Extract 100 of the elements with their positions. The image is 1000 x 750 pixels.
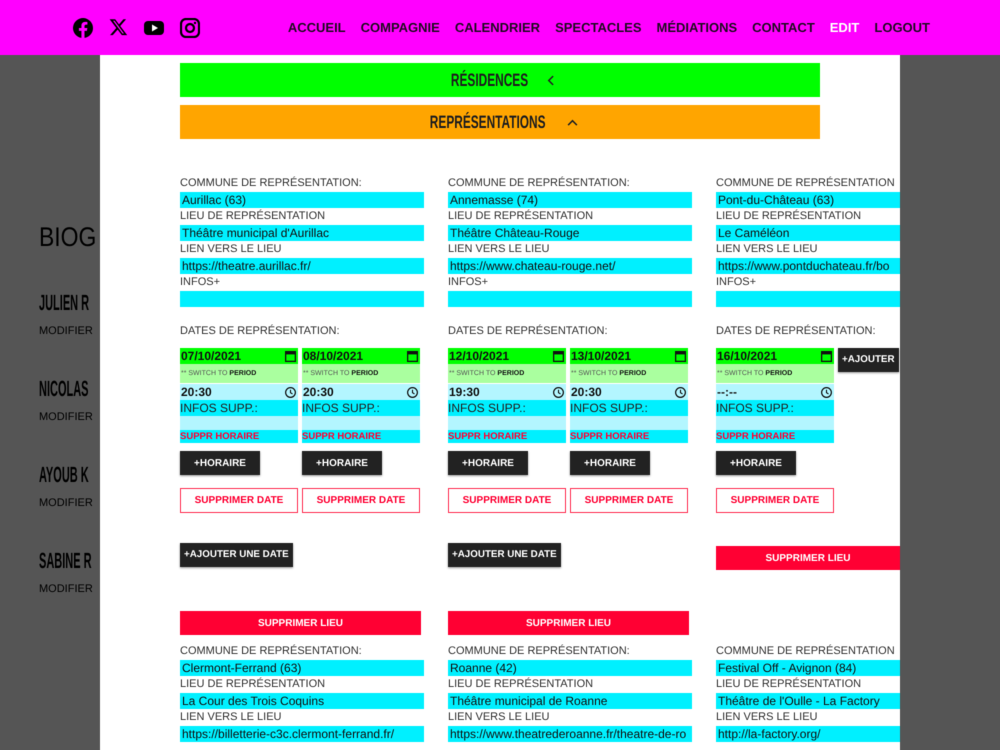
field-label: COMMUNE DE REPRÉSENTATION <box>716 644 896 659</box>
date-field[interactable]: 16/10/2021 <box>716 348 834 364</box>
text-field[interactable]: Théâtre municipal de Roanne <box>448 693 692 709</box>
field-label: COMMUNE DE REPRÉSENTATION: <box>448 176 631 191</box>
delete-date-button[interactable]: SUPPRIMER DATE <box>716 488 834 513</box>
nav-link[interactable]: LOGOUT <box>874 20 930 36</box>
text-field[interactable]: https://www.theatrederoanne.fr/theatre-de-ro <box>448 726 692 742</box>
time-field[interactable]: 20:30 <box>180 384 298 400</box>
nav-link[interactable]: COMPAGNIE <box>360 20 440 36</box>
instagram-icon[interactable] <box>180 18 200 38</box>
field-label: LIEU DE REPRÉSENTATION <box>180 208 326 224</box>
person-name: NICOLAS <box>39 377 88 401</box>
time-field[interactable]: --:-- <box>716 384 834 400</box>
field-label: INFOS+ <box>180 275 222 290</box>
add-time-button[interactable]: +HORAIRE <box>716 451 796 475</box>
text-field[interactable] <box>448 291 692 307</box>
infos-label: INFOS SUPP.: <box>448 400 566 416</box>
date-field[interactable]: 08/10/2021 <box>302 348 420 364</box>
accordion-header[interactable]: REPRÉSENTATIONS <box>180 105 820 139</box>
text-field[interactable]: Le Caméléon <box>716 225 900 241</box>
clock-icon <box>407 386 418 398</box>
field-label: LIEN VERS LE LIEU <box>716 710 818 725</box>
calendar-icon <box>285 350 296 362</box>
infos-field[interactable] <box>570 416 688 430</box>
field-label: LIEU DE REPRÉSENTATION <box>716 208 862 224</box>
text-field[interactable]: http://la-factory.org/ <box>716 726 900 742</box>
text-field[interactable]: https://theatre.aurillac.fr/ <box>180 258 424 274</box>
text-field[interactable]: Théâtre municipal d'Aurillac <box>180 225 424 241</box>
field-label: LIEU DE REPRÉSENTATION <box>448 208 594 224</box>
text-field[interactable]: Roanne (42) <box>448 660 692 676</box>
field-label: LIEN VERS LE LIEU <box>716 242 818 257</box>
text-field[interactable]: https://www.pontduchateau.fr/bo <box>716 258 900 274</box>
page-heading: BIOG <box>39 222 96 252</box>
date-field[interactable]: 12/10/2021 <box>448 348 566 364</box>
field-label: DATES DE REPRÉSENTATION: <box>716 324 877 339</box>
infos-field[interactable] <box>180 416 298 430</box>
calendar-icon <box>407 350 418 362</box>
nav-link[interactable]: SPECTACLES <box>555 20 642 36</box>
nav-link[interactable]: ACCUEIL <box>288 20 346 36</box>
text-field[interactable]: Aurillac (63) <box>180 192 424 208</box>
field-label: LIEN VERS LE LIEU <box>180 710 282 725</box>
add-time-button[interactable]: +HORAIRE <box>448 451 528 475</box>
person-name: AYOUB K <box>39 463 89 487</box>
time-field[interactable]: 20:30 <box>302 384 420 400</box>
infos-label: INFOS SUPP.: <box>570 400 688 416</box>
facebook-icon[interactable] <box>73 18 93 38</box>
field-label: COMMUNE DE REPRÉSENTATION <box>716 176 896 191</box>
infos-field[interactable] <box>448 416 566 430</box>
delete-date-button[interactable]: SUPPRIMER DATE <box>180 488 298 513</box>
text-field[interactable]: Clermont-Ferrand (63) <box>180 660 424 676</box>
calendar-icon <box>553 350 564 362</box>
text-field[interactable]: La Cour des Trois Coquins <box>180 693 424 709</box>
clock-icon <box>553 386 564 398</box>
field-label: DATES DE REPRÉSENTATION: <box>448 324 609 339</box>
time-field[interactable]: 20:30 <box>570 384 688 400</box>
field-label: COMMUNE DE REPRÉSENTATION: <box>180 644 363 659</box>
date-field[interactable]: 07/10/2021 <box>180 348 298 364</box>
infos-label: INFOS SUPP.: <box>180 400 298 416</box>
text-field[interactable]: Théâtre Château-Rouge <box>448 225 692 241</box>
infos-field[interactable] <box>302 416 420 430</box>
text-field[interactable] <box>180 291 424 307</box>
field-label: LIEU DE REPRÉSENTATION <box>448 676 594 692</box>
delete-date-button[interactable]: SUPPRIMER DATE <box>570 488 688 513</box>
date-field[interactable]: 13/10/2021 <box>570 348 688 364</box>
text-field[interactable]: https://billetterie-c3c.clermont-ferrand.fr/ <box>180 726 424 742</box>
delete-venue-button[interactable]: SUPPRIMER LIEU <box>716 546 900 570</box>
text-field[interactable]: Pont-du-Château (63) <box>716 192 900 208</box>
add-time-button[interactable]: +HORAIRE <box>302 451 382 475</box>
x-logo-icon[interactable] <box>109 18 128 36</box>
delete-date-button[interactable]: SUPPRIMER DATE <box>448 488 566 513</box>
person-name: SABINE R <box>39 549 92 573</box>
time-field[interactable]: 19:30 <box>448 384 566 400</box>
delete-venue-button[interactable]: SUPPRIMER LIEU <box>448 611 689 635</box>
text-field[interactable]: Festival Off - Avignon (84) <box>716 660 900 676</box>
add-date-button[interactable]: +AJOUTER UNE DATE <box>448 543 561 567</box>
text-field[interactable]: Annemasse (74) <box>448 192 692 208</box>
field-label: LIEU DE REPRÉSENTATION <box>716 676 862 692</box>
clock-icon <box>821 386 832 398</box>
text-field[interactable] <box>716 291 900 307</box>
text-field[interactable]: https://www.chateau-rouge.net/ <box>448 258 692 274</box>
field-label: DATES DE REPRÉSENTATION: <box>180 324 341 339</box>
field-label: COMMUNE DE REPRÉSENTATION: <box>180 176 363 191</box>
calendar-icon <box>821 350 832 362</box>
delete-date-button[interactable]: SUPPRIMER DATE <box>302 488 420 513</box>
field-label: INFOS+ <box>716 275 758 290</box>
person-name: JULIEN R <box>39 291 90 315</box>
delete-venue-button[interactable]: SUPPRIMER LIEU <box>180 611 421 635</box>
nav-link[interactable]: CONTACT <box>752 20 815 36</box>
infos-field[interactable] <box>716 416 834 430</box>
accordion-header[interactable]: RÉSIDENCES <box>180 63 820 97</box>
nav-link[interactable]: MÉDIATIONS <box>656 20 738 36</box>
nav-link[interactable]: CALENDRIER <box>454 20 540 36</box>
add-time-button[interactable]: +HORAIRE <box>180 451 260 475</box>
add-date-button[interactable]: +AJOUTER <box>838 348 899 372</box>
field-label: LIEN VERS LE LIEU <box>448 710 550 725</box>
add-date-button[interactable]: +AJOUTER UNE DATE <box>180 543 293 567</box>
text-field[interactable]: Théâtre de l'Oulle - La Factory <box>716 693 900 709</box>
field-label: COMMUNE DE REPRÉSENTATION: <box>448 644 631 659</box>
add-time-button[interactable]: +HORAIRE <box>570 451 650 475</box>
clock-icon <box>285 386 296 398</box>
